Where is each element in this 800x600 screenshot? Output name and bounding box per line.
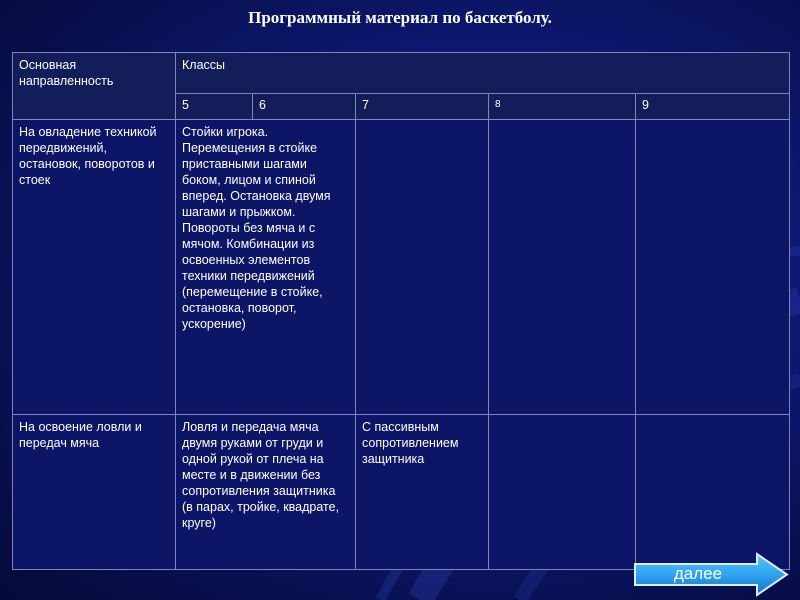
table-cell: Стойки игрока. Перемещения в стойке прис… [175, 119, 356, 415]
next-button[interactable]: далее [633, 552, 789, 597]
grade-5: 5 [175, 93, 253, 120]
row-direction: На освоение ловли и передач мяча [12, 414, 176, 570]
grade-7: 7 [355, 93, 489, 120]
header-direction: Основная направленность [12, 52, 176, 120]
table-row: На освоение ловли и передач мяча Ловля и… [12, 414, 790, 570]
table-row: На овладение техникой передвижений, оста… [12, 119, 790, 415]
program-table: Основная направленность Классы 5 6 7 8 9… [12, 52, 790, 570]
row-direction: На овладение техникой передвижений, оста… [12, 119, 176, 415]
table-cell [488, 119, 636, 415]
table-cell: Ловля и передача мяча двумя руками от гр… [175, 414, 356, 570]
table-cell [355, 119, 489, 415]
grade-9: 9 [635, 93, 790, 120]
table-header-row: Основная направленность Классы [12, 52, 790, 120]
header-classes: Классы [175, 52, 790, 94]
table-cell: С пассивным сопротивлением защитника [355, 414, 489, 570]
grade-8: 8 [488, 93, 636, 120]
table-cell [635, 119, 790, 415]
slide-title: Программный материал по баскетболу. [248, 8, 552, 27]
next-button-label: далее [673, 564, 723, 583]
table-cell [635, 414, 790, 570]
grade-6: 6 [252, 93, 356, 120]
table-cell [488, 414, 636, 570]
